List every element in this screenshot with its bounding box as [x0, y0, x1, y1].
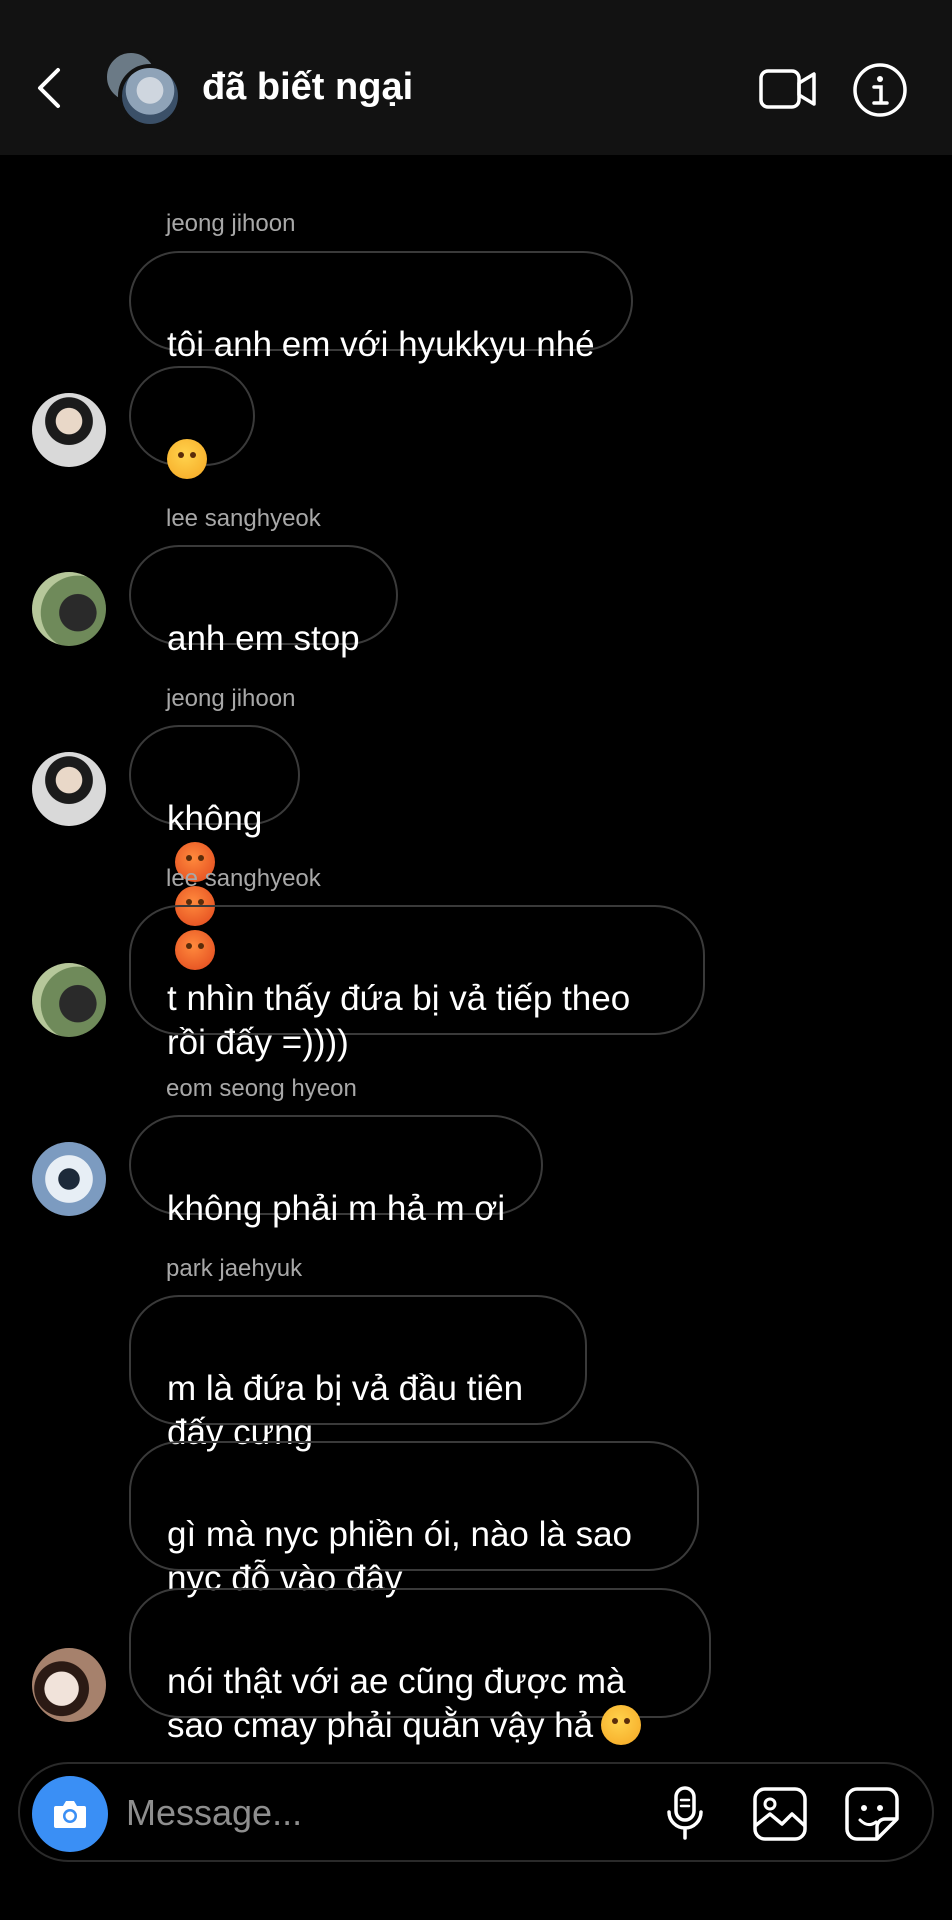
sender-name: lee sanghyeok	[166, 865, 321, 892]
message-bubble[interactable]: gì mà nyc phiền ói, nào là sao nyc đỗ và…	[129, 1441, 699, 1598]
video-call-icon	[759, 69, 816, 109]
message-bubble[interactable]: m là đứa bị vả đầu tiên đấy cưng	[129, 1295, 587, 1452]
chat-header: đã biết ngại	[0, 0, 952, 155]
camera-icon	[54, 1801, 86, 1828]
laughing-emoji-icon	[601, 1705, 642, 1745]
smirk-emoji-icon	[167, 439, 207, 479]
message-bubble[interactable]	[129, 366, 255, 479]
gallery-button[interactable]	[750, 1784, 810, 1844]
message-thread[interactable]: jeong jihoon tôi anh em với hyukkyu nhé …	[0, 155, 952, 1745]
gallery-icon	[753, 1787, 807, 1841]
sender-name: lee sanghyeok	[166, 505, 321, 532]
sender-name: park jaehyuk	[166, 1255, 303, 1282]
camera-button[interactable]	[32, 1776, 108, 1852]
message-bubble[interactable]: không	[129, 725, 301, 970]
sender-name: jeong jihoon	[166, 685, 296, 712]
group-avatar-2	[118, 64, 182, 128]
message-bubble[interactable]: không phải m hả m ơi	[129, 1115, 544, 1228]
message-bubble[interactable]: t nhìn thấy đứa bị vả tiếp theo rồi đấy …	[129, 905, 705, 1062]
sender-name: eom seong hyeon	[166, 1075, 357, 1102]
chevron-left-icon	[38, 68, 60, 108]
avatar-park-jaehyuk[interactable]	[32, 1648, 106, 1722]
chat-title[interactable]: đã biết ngại	[202, 66, 413, 109]
sender-name: jeong jihoon	[166, 210, 296, 237]
video-call-button[interactable]	[758, 62, 818, 116]
avatar-jeong-jihoon[interactable]	[32, 393, 106, 467]
sticker-button[interactable]	[842, 1784, 902, 1844]
message-text: nói thật với ae cũng được mà sao cmay ph…	[167, 1662, 626, 1745]
sticker-icon	[845, 1787, 899, 1841]
message-text: tôi anh em với hyukkyu nhé	[167, 325, 595, 364]
back-button[interactable]	[30, 60, 70, 116]
message-text: gì mà nyc phiền ói, nào là sao nyc đỗ và…	[167, 1515, 633, 1598]
avatar-lee-sanghyeok[interactable]	[32, 572, 106, 646]
microphone-button[interactable]	[660, 1784, 710, 1844]
avatar-jeong-jihoon[interactable]	[32, 752, 106, 826]
message-text: không	[167, 799, 263, 838]
message-text: không phải m hả m ơi	[167, 1189, 506, 1228]
message-bubble[interactable]: tôi anh em với hyukkyu nhé	[129, 251, 633, 364]
message-input[interactable]	[126, 1788, 646, 1838]
message-bubble[interactable]: nói thật với ae cũng được mà sao cmay ph…	[129, 1588, 711, 1745]
avatar-eom-seong-hyeon[interactable]	[32, 1142, 106, 1216]
group-avatar[interactable]	[104, 50, 184, 130]
message-text: m là đứa bị vả đầu tiên đấy cưng	[167, 1369, 524, 1452]
avatar-lee-sanghyeok[interactable]	[32, 963, 106, 1037]
message-bubble[interactable]: anh em stop	[129, 545, 398, 658]
microphone-icon	[667, 1786, 703, 1840]
message-text: t nhìn thấy đứa bị vả tiếp theo rồi đấy …	[167, 979, 631, 1062]
message-text: anh em stop	[167, 619, 360, 658]
info-icon	[853, 63, 907, 117]
info-button[interactable]	[852, 62, 908, 118]
message-composer	[18, 1762, 934, 1862]
